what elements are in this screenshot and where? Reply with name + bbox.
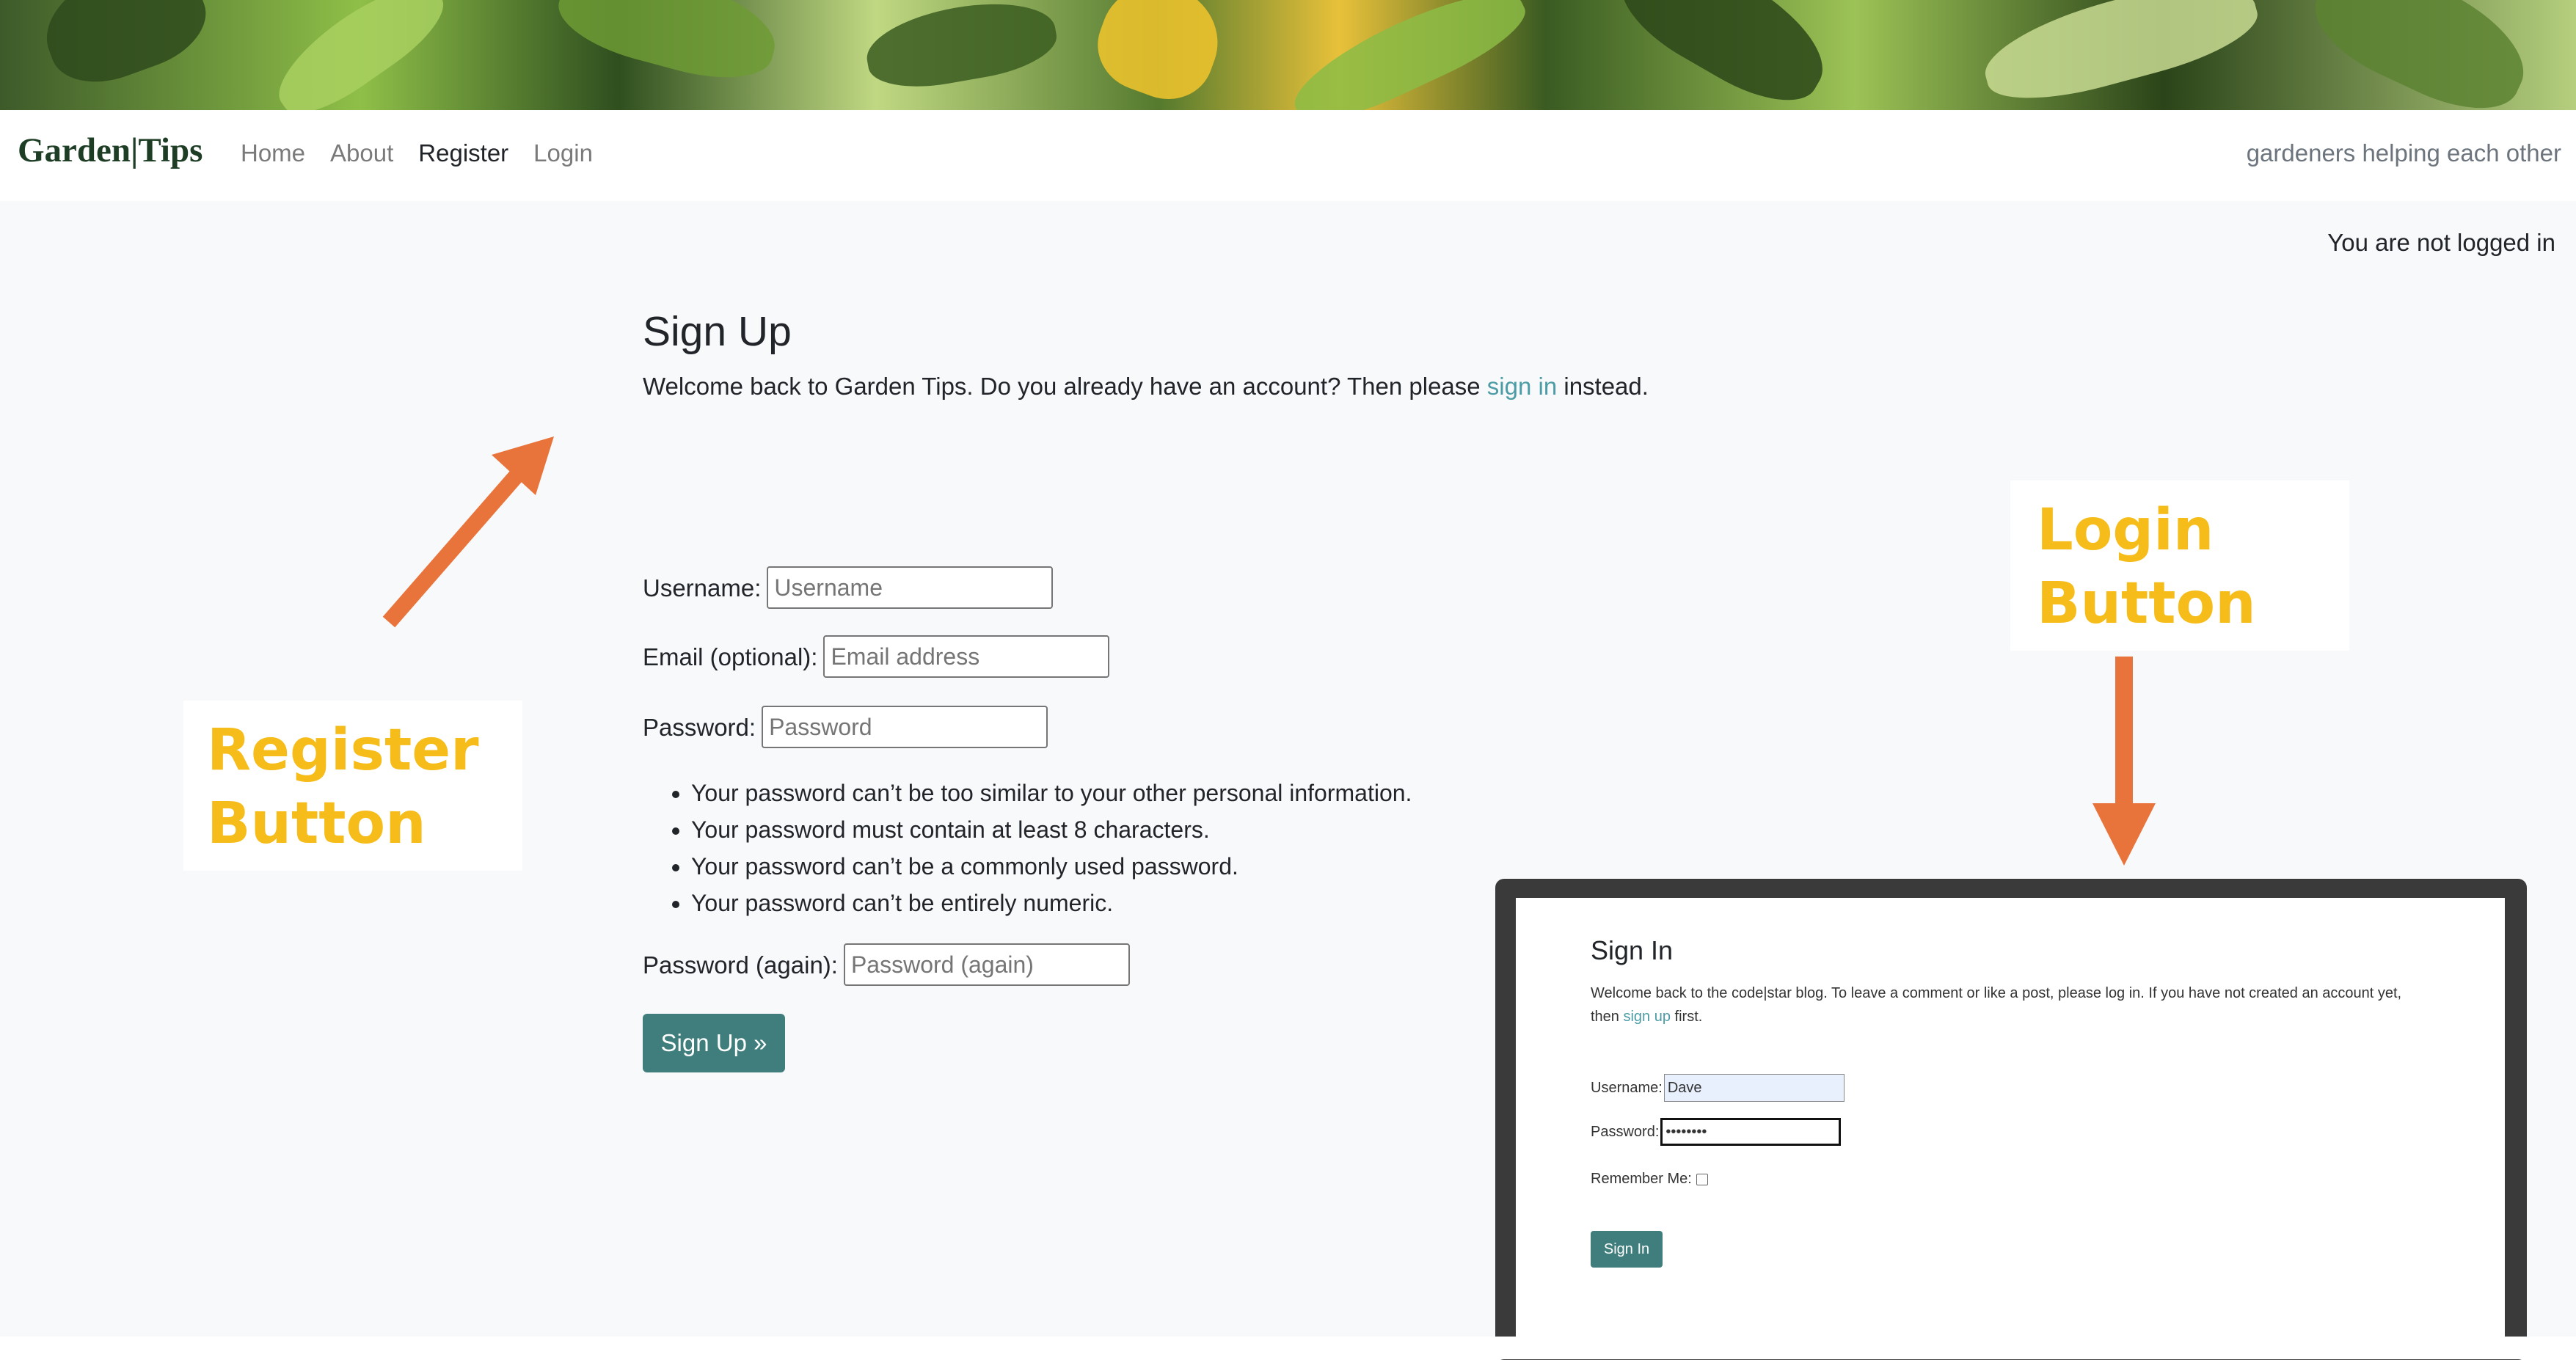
password-row: Password:	[643, 706, 1048, 748]
password-again-input[interactable]	[843, 943, 1130, 986]
signin-username-label: Username:	[1591, 1079, 1663, 1096]
sign-in-link[interactable]: sign in	[1487, 373, 1557, 400]
signin-screenshot-frame: Sign In Welcome back to the code|star bl…	[1495, 879, 2527, 1360]
hero-banner-image	[0, 0, 2576, 110]
username-label: Username:	[643, 574, 762, 602]
password-input[interactable]	[762, 706, 1048, 748]
footer	[0, 1337, 2576, 1359]
register-arrow-icon	[382, 436, 554, 628]
remember-me-label: Remember Me:	[1591, 1171, 1692, 1187]
signin-password-row: Password: ••••••••	[1591, 1118, 1842, 1146]
password-again-row: Password (again):	[643, 943, 1130, 986]
signin-password-input[interactable]: ••••••••	[1660, 1118, 1842, 1146]
sign-in-button[interactable]: Sign In	[1591, 1231, 1663, 1268]
callout-line: Login	[2037, 497, 2214, 563]
password-rule: Your password can’t be too similar to yo…	[691, 775, 1412, 811]
welcome-text: Welcome back to Garden Tips. Do you alre…	[643, 374, 1649, 398]
register-button-callout: Register Button	[183, 701, 522, 871]
nav-link-home[interactable]: Home	[241, 141, 305, 165]
password-rule: Your password can’t be entirely numeric.	[691, 885, 1412, 921]
signin-username-row: Username: Dave	[1591, 1074, 1845, 1102]
email-input[interactable]	[823, 635, 1110, 678]
signin-welcome-text: Welcome back to the code|star blog. To l…	[1591, 981, 2412, 1028]
callout-line: Register	[207, 717, 479, 783]
login-status: You are not logged in	[2327, 229, 2555, 256]
signin-welcome-start: Welcome back to the code|star blog. To l…	[1591, 985, 2402, 1025]
sign-up-button[interactable]: Sign Up »	[643, 1014, 785, 1072]
signup-form: Sign Up Welcome back to Garden Tips. Do …	[643, 308, 1649, 1072]
password-rule: Your password can’t be a commonly used p…	[691, 848, 1412, 885]
signin-title: Sign In	[1591, 935, 1674, 965]
username-input[interactable]	[767, 566, 1054, 609]
remember-me-checkbox[interactable]	[1696, 1173, 1708, 1185]
email-label: Email (optional):	[643, 643, 818, 670]
signin-username-input[interactable]: Dave	[1663, 1074, 1845, 1102]
welcome-text-start: Welcome back to Garden Tips. Do you alre…	[643, 373, 1487, 400]
email-row: Email (optional):	[643, 635, 1110, 678]
welcome-text-end: instead.	[1557, 373, 1649, 400]
sign-up-link[interactable]: sign up	[1623, 1009, 1671, 1025]
signin-password-label: Password:	[1591, 1123, 1660, 1140]
nav-links: Home About Register Login	[241, 141, 593, 165]
login-arrow-icon	[2092, 657, 2156, 866]
page-title: Sign Up	[643, 308, 792, 355]
login-button-callout: Login Button	[2010, 480, 2349, 651]
nav-link-register[interactable]: Register	[418, 141, 508, 165]
password-rules-list: Your password can’t be too similar to yo…	[643, 775, 1412, 921]
username-row: Username:	[643, 566, 1054, 609]
callout-line: Button	[2037, 571, 2256, 637]
password-label: Password:	[643, 713, 756, 741]
signin-form: Sign In Welcome back to the code|star bl…	[1591, 935, 2401, 1268]
signin-screenshot: Sign In Welcome back to the code|star bl…	[1516, 898, 2505, 1337]
callout-line: Button	[207, 791, 426, 857]
site-tagline: gardeners helping each other	[2246, 139, 2561, 167]
navbar: Garden|Tips Home About Register Login ga…	[0, 110, 2576, 201]
brand-logo[interactable]: Garden|Tips	[18, 134, 202, 168]
remember-me-row: Remember Me:	[1591, 1171, 1708, 1188]
signin-welcome-end: first.	[1670, 1009, 1703, 1025]
password-again-label: Password (again):	[643, 951, 838, 979]
password-rule: Your password must contain at least 8 ch…	[691, 811, 1412, 848]
nav-link-about[interactable]: About	[330, 141, 393, 165]
nav-link-login[interactable]: Login	[533, 141, 593, 165]
